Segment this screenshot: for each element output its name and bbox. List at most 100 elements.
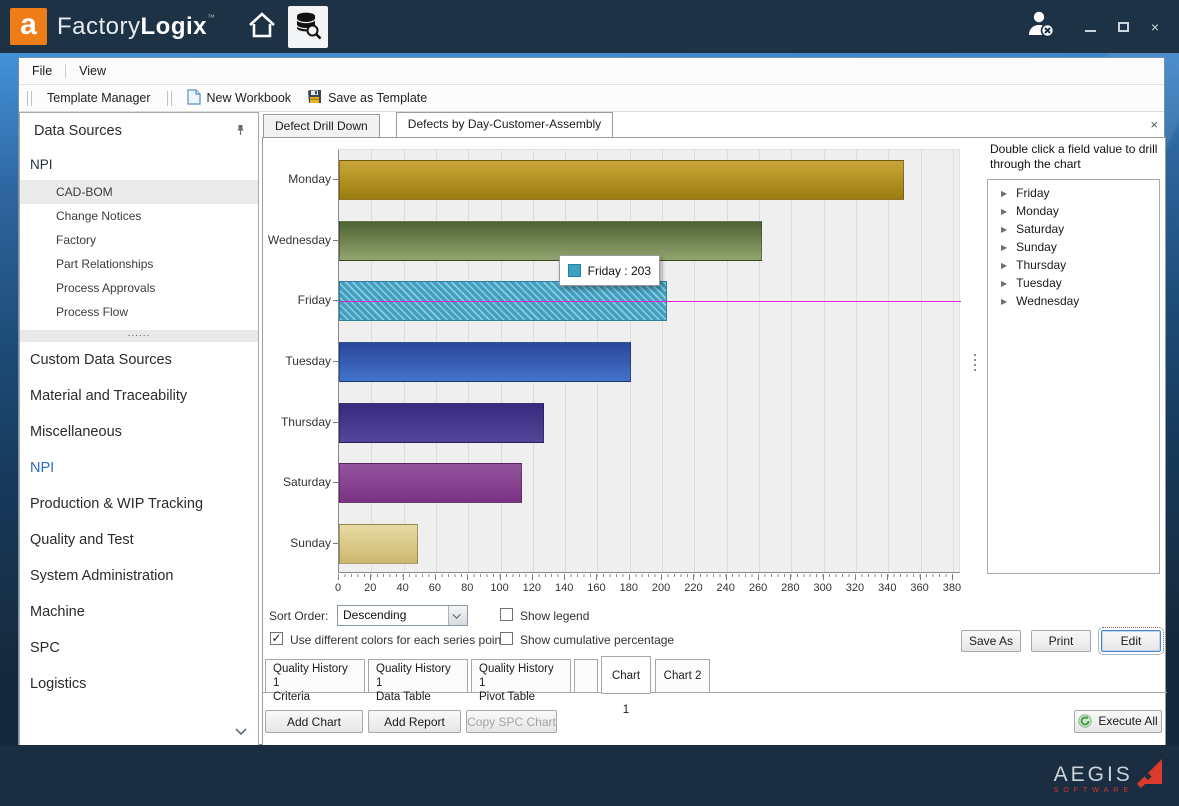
save-as-template-button[interactable]: Save as Template xyxy=(299,89,435,107)
bar-tuesday[interactable] xyxy=(339,342,631,382)
add-chart-button[interactable]: Add Chart xyxy=(265,710,363,733)
chart-tab-page: MondayWednesdayFridayTuesdayThursdaySatu… xyxy=(262,137,1166,746)
sidebar-category-miscellaneous[interactable]: Miscellaneous xyxy=(20,414,258,450)
doc-tab-defect-drill-down[interactable]: Defect Drill Down xyxy=(263,114,380,137)
sheet-tab-quality-history-1-pivot-table[interactable]: Quality History 1Pivot Table xyxy=(471,659,571,693)
bar-sunday[interactable] xyxy=(339,524,418,564)
x-label-380: 380 xyxy=(932,582,972,594)
drill-field-list: ▶Friday▶Monday▶Saturday▶Sunday▶Thursday▶… xyxy=(987,180,1160,574)
bar-saturday[interactable] xyxy=(339,463,522,503)
expand-arrow-icon[interactable]: ▶ xyxy=(1001,297,1007,306)
cumulative-checkbox[interactable] xyxy=(500,632,513,645)
titlebar: a FactoryLogix™ xyxy=(0,0,1179,53)
pin-icon[interactable] xyxy=(235,124,246,139)
use-colors-checkbox[interactable]: ✓ xyxy=(270,632,283,645)
home-button[interactable] xyxy=(242,6,282,48)
y-tick xyxy=(333,179,338,180)
trademark: ™ xyxy=(207,13,216,22)
tree-group-label: NPI xyxy=(20,149,258,180)
expand-arrow-icon[interactable]: ▶ xyxy=(1001,261,1007,270)
sidebar-category-custom-data-sources[interactable]: Custom Data Sources xyxy=(20,342,258,378)
tree-item-change-notices[interactable]: Change Notices xyxy=(20,204,258,228)
expand-arrow-icon[interactable]: ▶ xyxy=(1001,225,1007,234)
sheet-tab-quality-history-1-data-table[interactable]: Quality History 1Data Table xyxy=(368,659,468,693)
sheet-tab-line2: Data Table xyxy=(376,690,460,704)
y-label-tuesday: Tuesday xyxy=(265,354,331,368)
tree-item-part-relationships[interactable]: Part Relationships xyxy=(20,252,258,276)
sheet-tab-quality-history-1-criteria[interactable]: Quality History 1Criteria xyxy=(265,659,365,693)
brand-logix: Logix xyxy=(141,13,208,40)
tree-item-factory[interactable]: Factory xyxy=(20,228,258,252)
show-legend-checkbox[interactable] xyxy=(500,608,513,621)
data-sources-panel: Data Sources NPI CAD-BOMChange NoticesFa… xyxy=(19,112,259,746)
gridline-240 xyxy=(727,150,728,572)
gridline-340 xyxy=(888,150,889,572)
drill-item-monday[interactable]: ▶ Monday xyxy=(988,202,1159,220)
dropdown-button[interactable] xyxy=(448,606,467,625)
tab-close-icon[interactable]: × xyxy=(1150,117,1158,132)
aegis-arrow-icon xyxy=(1135,757,1165,792)
y-label-sunday: Sunday xyxy=(265,536,331,550)
menu-view[interactable]: View xyxy=(66,64,119,78)
drill-item-friday[interactable]: ▶Friday xyxy=(988,184,1159,202)
bar-monday[interactable] xyxy=(339,160,904,200)
drill-item-tuesday[interactable]: ▶Tuesday xyxy=(988,274,1159,292)
expand-arrow-icon[interactable]: ▶ xyxy=(1001,279,1007,288)
bar-thursday[interactable] xyxy=(339,403,544,443)
close-button[interactable]: × xyxy=(1151,20,1159,34)
drill-item-sunday[interactable]: ▶Sunday xyxy=(988,238,1159,256)
workbook-sheet-tabs: Quality History 1CriteriaQuality History… xyxy=(263,656,1167,693)
bar-wednesday[interactable] xyxy=(339,221,762,261)
sidebar-category-npi[interactable]: NPI xyxy=(20,450,258,486)
sidebar-category-material-and-traceability[interactable]: Material and Traceability xyxy=(20,378,258,414)
expand-arrow-icon[interactable]: ▶ xyxy=(1001,189,1007,198)
expand-arrow-icon[interactable]: ▶ xyxy=(1001,243,1007,252)
tree-item-process-flow[interactable]: Process Flow xyxy=(20,300,258,324)
sort-order-select[interactable]: Descending xyxy=(337,605,468,626)
sidebar-category-system-administration[interactable]: System Administration xyxy=(20,558,258,594)
expand-arrow-icon[interactable]: ▶ xyxy=(1001,207,1007,216)
sidebar-category-spc[interactable]: SPC xyxy=(20,630,258,666)
save-as-button[interactable]: Save As xyxy=(961,630,1021,652)
drill-item-saturday[interactable]: ▶Saturday xyxy=(988,220,1159,238)
execute-all-button[interactable]: Execute All xyxy=(1074,710,1162,733)
sheet-tab-stub[interactable] xyxy=(574,659,598,693)
print-button[interactable]: Print xyxy=(1031,630,1091,652)
tree-item-cad-bom[interactable]: CAD-BOM xyxy=(20,180,258,204)
new-workbook-button[interactable]: New Workbook xyxy=(179,89,300,108)
sheet-tab-line1: Quality History 1 xyxy=(479,662,563,690)
y-label-monday: Monday xyxy=(265,172,331,186)
maximize-button[interactable] xyxy=(1118,22,1129,32)
template-manager-button[interactable]: Template Manager xyxy=(39,91,159,105)
logo-letter: a xyxy=(20,10,37,40)
gridline-320 xyxy=(856,150,857,572)
add-report-button[interactable]: Add Report xyxy=(368,710,461,733)
sidebar-splitter[interactable]: ...... xyxy=(20,330,258,342)
menu-file[interactable]: File xyxy=(19,64,65,78)
drill-item-wednesday[interactable]: ▶Wednesday xyxy=(988,292,1159,310)
data-analysis-button[interactable] xyxy=(288,6,328,48)
edit-button[interactable]: Edit xyxy=(1101,630,1161,652)
drill-item-label: Monday xyxy=(1016,204,1059,218)
tree-item-process-approvals[interactable]: Process Approvals xyxy=(20,276,258,300)
sheet-tab-chart-1[interactable]: Chart 1 xyxy=(601,656,651,694)
y-tick xyxy=(333,422,338,423)
sheet-tab-chart-2[interactable]: Chart 2 xyxy=(655,659,710,693)
y-tick xyxy=(333,482,338,483)
chevron-down-icon[interactable] xyxy=(234,725,248,739)
splitter-grip-icon[interactable] xyxy=(973,354,977,371)
show-legend-label: Show legend xyxy=(520,609,589,623)
sort-order-label: Sort Order: xyxy=(269,609,328,623)
copy-spc-chart-button[interactable]: Copy SPC Chart xyxy=(466,710,557,733)
drill-item-thursday[interactable]: ▶Thursday xyxy=(988,256,1159,274)
sidebar-category-quality-and-test[interactable]: Quality and Test xyxy=(20,522,258,558)
sheet-tab-line2: Pivot Table xyxy=(479,690,563,704)
sidebar-category-machine[interactable]: Machine xyxy=(20,594,258,630)
sidebar-category-logistics[interactable]: Logistics xyxy=(20,666,258,702)
database-search-icon xyxy=(294,10,322,43)
sidebar-category-production-wip-tracking[interactable]: Production & WIP Tracking xyxy=(20,486,258,522)
doc-tab-defects-by-day-customer-assembly[interactable]: Defects by Day-Customer-Assembly xyxy=(396,112,613,137)
x-tick-380 xyxy=(952,574,953,580)
minimize-button[interactable] xyxy=(1085,30,1096,32)
logout-button[interactable] xyxy=(1025,9,1059,44)
